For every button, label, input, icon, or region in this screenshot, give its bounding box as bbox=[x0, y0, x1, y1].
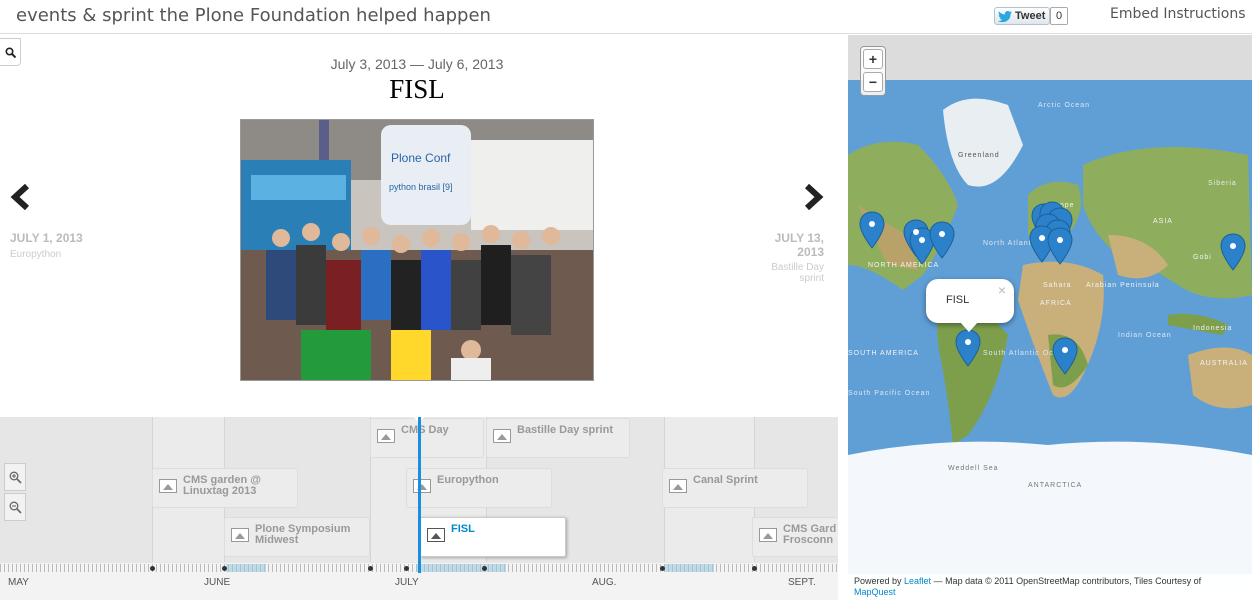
map-marker-pin[interactable] bbox=[859, 211, 885, 249]
map-marker-pin[interactable] bbox=[1052, 337, 1078, 375]
mapquest-link[interactable]: MapQuest bbox=[854, 587, 896, 597]
map-pins-layer bbox=[859, 201, 1246, 375]
map-marker-pin[interactable] bbox=[1220, 233, 1246, 271]
attribution-prefix: Powered by bbox=[854, 576, 905, 586]
map-marker-pin[interactable] bbox=[1047, 227, 1073, 265]
attribution-middle: — Map data © 2011 OpenStreetMap contribu… bbox=[931, 576, 1202, 586]
map-popup: FISL × bbox=[926, 279, 1014, 323]
map-popup-tip bbox=[960, 322, 978, 332]
map-attribution: Powered by Leaflet — Map data © 2011 Ope… bbox=[848, 574, 1252, 600]
map-popup-text: FISL bbox=[946, 294, 970, 306]
close-icon[interactable]: × bbox=[998, 282, 1006, 298]
leaflet-link[interactable]: Leaflet bbox=[904, 576, 931, 586]
map-marker-pin[interactable] bbox=[955, 329, 981, 367]
map-marker-pin[interactable] bbox=[929, 221, 955, 259]
